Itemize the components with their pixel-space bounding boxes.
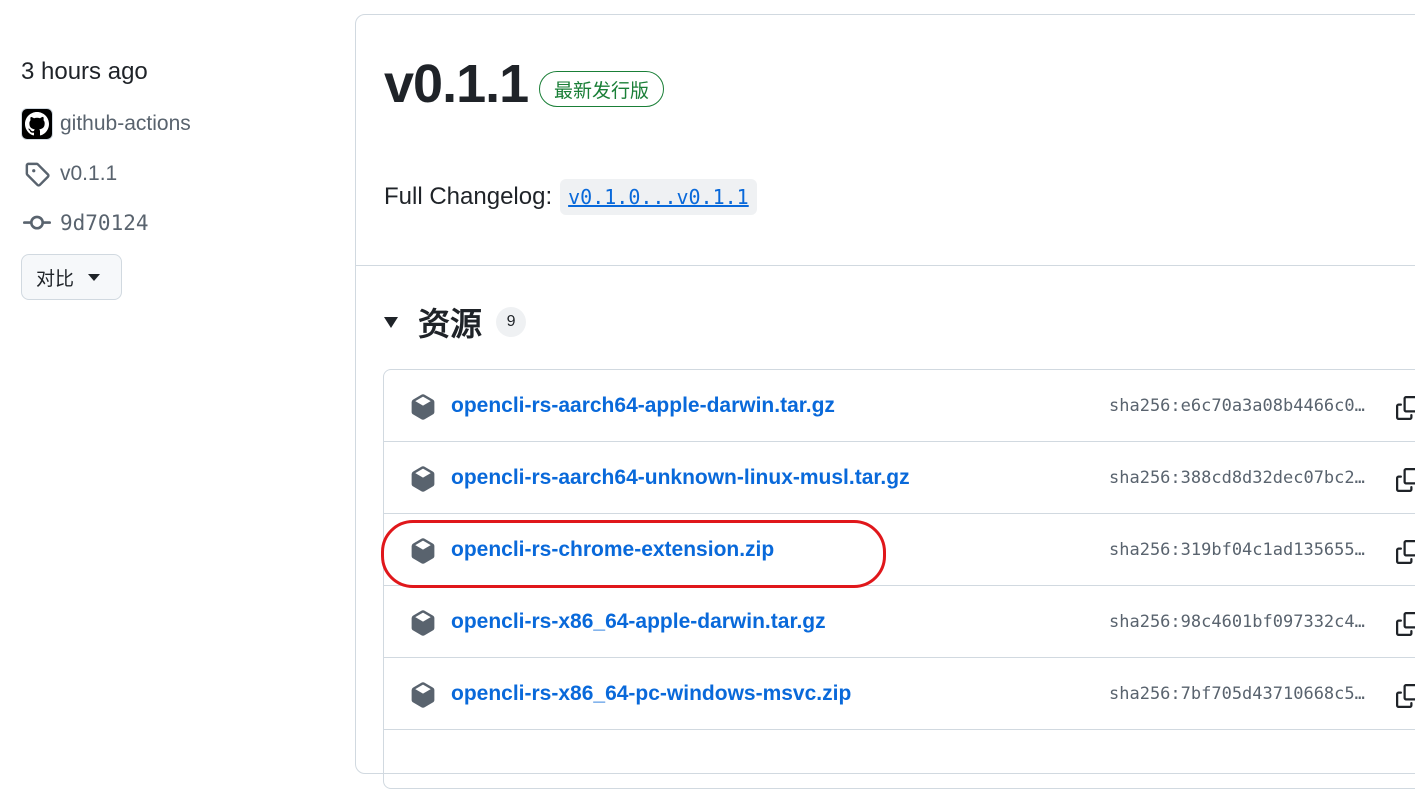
release-time: 3 hours ago [21, 58, 148, 85]
triangle-down-icon [384, 316, 398, 328]
commit-sha: 9d70124 [60, 211, 149, 235]
copy-icon[interactable] [1396, 610, 1415, 638]
asset-sha256: sha256:7bf705d43710668c5… [1109, 683, 1365, 704]
asset-row: opencli-rs-aarch64-apple-darwin.tar.gz sh… [384, 370, 1415, 442]
package-icon [410, 610, 436, 636]
package-icon [410, 394, 436, 420]
latest-release-badge: 最新发行版 [539, 71, 665, 107]
copy-icon[interactable] [1396, 466, 1415, 494]
tag-row[interactable]: v0.1.1 [21, 158, 117, 190]
asset-sha256: sha256:e6c70a3a08b4466c0… [1109, 395, 1365, 416]
asset-list: opencli-rs-aarch64-apple-darwin.tar.gz sh… [383, 369, 1415, 789]
asset-sha256: sha256:319bf04c1ad135655… [1109, 539, 1365, 560]
asset-row: opencli-rs-x86_64-pc-windows-msvc.zip sha… [384, 658, 1415, 730]
copy-icon[interactable] [1396, 538, 1415, 566]
full-changelog: Full Changelog: v0.1.0...v0.1.1 [384, 179, 757, 215]
commit-row[interactable]: 9d70124 [21, 207, 149, 239]
commit-icon [21, 207, 53, 239]
package-icon [410, 538, 436, 564]
tag-name: v0.1.1 [60, 162, 118, 185]
author-row[interactable]: github-actions [21, 108, 191, 140]
assets-toggle[interactable]: 资源 9 [384, 299, 527, 345]
asset-download-link[interactable]: opencli-rs-x86_64-apple-darwin.tar.gz [451, 610, 826, 634]
compare-button-label: 对比 [36, 268, 75, 290]
asset-download-link[interactable]: opencli-rs-aarch64-apple-darwin.tar.gz [451, 394, 835, 418]
release-card: v0.1.1 最新发行版 Full Changelog: v0.1.0...v0… [355, 14, 1415, 789]
changelog-compare-link[interactable]: v0.1.0...v0.1.1 [560, 179, 757, 215]
asset-sha256: sha256:388cd8d32dec07bc2… [1109, 467, 1365, 488]
asset-row: opencli-rs-x86_64-apple-darwin.tar.gz sha… [384, 586, 1415, 658]
asset-download-link[interactable]: opencli-rs-aarch64-unknown-linux-musl.ta… [451, 466, 910, 490]
asset-download-link[interactable]: opencli-rs-chrome-extension.zip [451, 538, 774, 562]
assets-heading: 资源 [418, 306, 483, 342]
assets-count-badge: 9 [496, 307, 527, 337]
asset-sha256: sha256:98c4601bf097332c4… [1109, 611, 1365, 632]
tag-icon [21, 158, 53, 190]
section-divider [356, 265, 1415, 266]
release-title: v0.1.1 [384, 54, 529, 114]
caret-down-icon [88, 273, 101, 281]
copy-icon[interactable] [1396, 682, 1415, 710]
github-avatar-icon [21, 108, 53, 140]
author-name: github-actions [60, 112, 191, 135]
package-icon [410, 466, 436, 492]
release-sidebar: 3 hours ago github-actions v0.1.1 9d7012… [0, 0, 340, 748]
asset-row: opencli-rs-chrome-extension.zip sha256:31… [384, 514, 1415, 586]
copy-icon[interactable] [1396, 394, 1415, 422]
asset-download-link[interactable]: opencli-rs-x86_64-pc-windows-msvc.zip [451, 682, 851, 706]
asset-row: opencli-rs-aarch64-unknown-linux-musl.ta… [384, 442, 1415, 514]
changelog-label: Full Changelog: [384, 183, 553, 210]
compare-button[interactable]: 对比 [21, 254, 122, 300]
package-icon [410, 682, 436, 708]
